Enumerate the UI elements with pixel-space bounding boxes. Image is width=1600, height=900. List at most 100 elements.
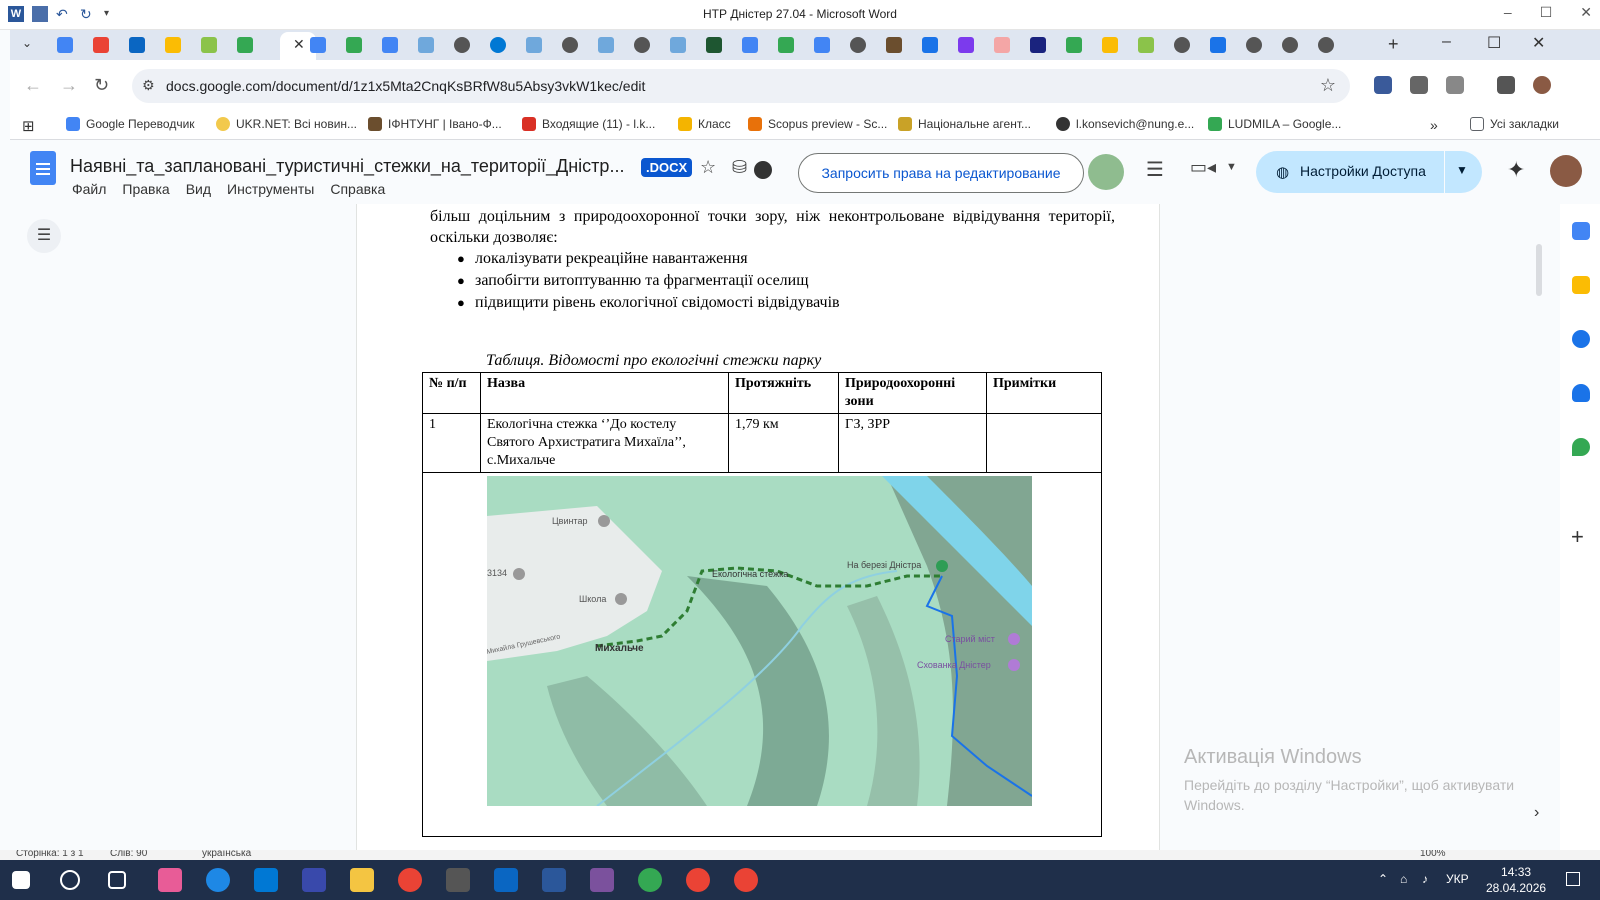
bookmark-national-agency[interactable]: Національне агент... [898,117,1031,131]
menu-edit[interactable]: Правка [122,181,169,197]
new-tab-button[interactable]: + [1388,34,1399,55]
bookmark-ukrnet[interactable]: UKR.NET: Всі новин... [216,117,357,131]
star-icon[interactable]: ☆ [700,157,716,178]
floppy-app-icon[interactable] [302,868,326,892]
tab-icon-onedrive[interactable] [490,37,506,53]
tab-icon-chatgpt-1[interactable] [454,37,470,53]
word-maximize-button[interactable]: ☐ [1540,4,1553,21]
tab-icon-drive-4[interactable] [1066,37,1082,53]
tab-icon-drive-3[interactable] [778,37,794,53]
tab-icon-chatgpt-7[interactable] [1282,37,1298,53]
site-info-icon[interactable]: ⚙ [142,77,160,95]
url-text[interactable]: docs.google.com/document/d/1z1x5Mta2CnqK… [166,78,645,94]
tab-icon-edu[interactable] [922,37,938,53]
notifications-icon[interactable] [1566,872,1580,886]
back-arrow-icon[interactable]: ← [24,75,42,96]
outline-toggle-icon[interactable]: ☰ [27,219,61,253]
outlook-icon[interactable] [494,868,518,892]
share-dropdown-icon[interactable]: ▼ [1456,163,1468,177]
bookmark-email[interactable]: l.konsevich@nung.e... [1056,117,1194,131]
tab-icon-chatgpt-5[interactable] [1174,37,1190,53]
store-icon[interactable] [254,868,278,892]
bookmark-ludmila[interactable]: LUDMILA – Google... [1208,117,1341,131]
tasks-icon[interactable] [1572,330,1590,348]
contacts-icon[interactable] [1572,384,1590,402]
menu-tools[interactable]: Инструменты [227,181,314,197]
tab-icon-docs-2[interactable] [382,37,398,53]
tab-search-icon[interactable]: ⌄ [22,36,32,50]
tab-icon-chatgpt-3[interactable] [634,37,650,53]
tab-icon-app[interactable] [1030,37,1046,53]
calendar-icon[interactable] [1572,222,1590,240]
word-minimize-button[interactable]: – [1504,4,1512,21]
offline-status-icon[interactable] [754,161,772,179]
menu-view[interactable]: Вид [186,181,211,197]
start-windows-icon[interactable] [12,871,30,889]
document-page[interactable]: більш доцільним з природоохоронної точки… [356,204,1160,850]
forward-arrow-icon[interactable]: → [60,75,78,96]
tab-icon-docs-3[interactable] [418,37,434,53]
downloads-icon[interactable] [1497,76,1515,94]
chrome-close-button[interactable]: ✕ [1532,33,1545,53]
bookmark-google-translate[interactable]: Google Переводчик [66,117,195,131]
system-clock[interactable]: 14:33 28.04.2026 [1486,864,1546,896]
menu-help[interactable]: Справка [330,181,385,197]
tab-icon-university[interactable] [886,37,902,53]
extension-icon-1[interactable] [1374,76,1392,94]
tab-icon-docs-5[interactable] [598,37,614,53]
add-addon-icon[interactable]: + [1571,524,1584,550]
tab-icon-sheet[interactable] [706,37,722,53]
tab-icon-download[interactable] [1210,37,1226,53]
volume-icon[interactable]: ♪ [1422,872,1428,886]
tab-icon-docs-4[interactable] [526,37,542,53]
chrome-maximize-button[interactable]: ☐ [1487,33,1501,53]
profile-avatar-icon[interactable] [1533,76,1551,94]
word-icon[interactable] [542,868,566,892]
tab-icon-chatgpt-8[interactable] [1318,37,1334,53]
chrome-icon-2[interactable] [638,868,662,892]
tab-icon-slides[interactable] [165,37,181,53]
tab-icon-translate-1[interactable] [742,37,758,53]
extension-icon-2[interactable] [1410,76,1428,94]
edge-icon[interactable] [206,868,230,892]
address-bar[interactable]: ⚙ docs.google.com/document/d/1z1x5Mta2Cn… [132,69,1350,103]
tab-icon-pen[interactable] [994,37,1010,53]
document-scrollbar[interactable] [1536,244,1542,296]
tab-icon-chatgpt-6[interactable] [1246,37,1262,53]
tab-icon-drive[interactable] [237,37,253,53]
network-icon[interactable]: ⌂ [1400,872,1407,886]
chrome-icon-3[interactable] [686,868,710,892]
tab-icon-docs-6[interactable] [670,37,686,53]
gemini-sparkle-icon[interactable]: ✦ [1507,157,1525,183]
meet-camera-icon[interactable]: ▭◂ [1190,157,1216,178]
bookmark-star-icon[interactable]: ☆ [1320,75,1336,96]
tab-icon-outlook[interactable] [129,37,145,53]
tab-icon-chatgpt-2[interactable] [562,37,578,53]
apps-grid-icon[interactable]: ⊞ [22,117,35,135]
calculator-icon[interactable] [446,868,470,892]
tab-icon-chatgpt-4[interactable] [850,37,866,53]
chrome-icon-1[interactable] [398,868,422,892]
request-edit-button[interactable]: Запросить права на редактирование [798,153,1084,193]
tab-icon-slides-2[interactable] [1102,37,1118,53]
tab-icon-gmail[interactable] [93,37,109,53]
bookmarks-overflow-icon[interactable]: » [1430,117,1438,133]
bookmark-class[interactable]: Класс [678,117,731,131]
comments-icon[interactable]: ☰ [1146,157,1164,182]
document-title[interactable]: Наявні_та_заплановані_туристичні_стежки_… [70,156,624,177]
extensions-puzzle-icon[interactable] [1446,76,1464,94]
chrome-icon-4[interactable] [734,868,758,892]
drive-status-icon[interactable]: ⛁ [732,157,747,178]
docs-logo-icon[interactable] [30,151,56,185]
tab-icon-docs-1[interactable] [310,37,326,53]
task-view-icon[interactable] [108,871,126,889]
user-avatar[interactable] [1550,155,1582,187]
tab-icon-copilot[interactable] [958,37,974,53]
tray-overflow-icon[interactable]: ⌃ [1378,872,1388,886]
input-language[interactable]: УКР [1446,872,1469,886]
bookmark-ifntung[interactable]: ІФНТУНГ | Івано-Ф... [368,117,502,131]
file-explorer-icon[interactable] [350,868,374,892]
tab-icon-drive-2[interactable] [346,37,362,53]
tab-icon-apps[interactable] [57,37,73,53]
tab-close-icon[interactable]: ✕ [293,36,305,53]
